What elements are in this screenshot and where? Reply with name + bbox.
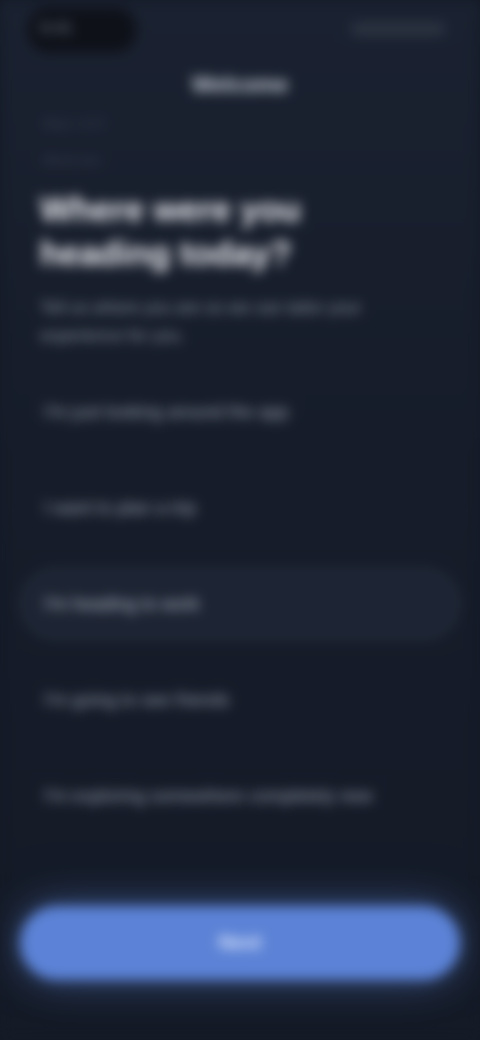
option-label: I'm just looking around the app	[44, 401, 289, 422]
continue-button[interactable]: Next	[20, 906, 460, 980]
option-item[interactable]: I want to plan a trip	[20, 472, 460, 544]
status-bar: 9:41	[0, 0, 480, 60]
option-label: I want to plan a trip	[44, 497, 197, 518]
option-item[interactable]: I'm going to see friends	[20, 664, 460, 736]
question-description: Tell us where you are so we can tailor y…	[40, 298, 362, 345]
options-list: I'm just looking around the app I want t…	[20, 376, 460, 856]
option-item[interactable]: I'm exploring somewhere completely new	[20, 760, 460, 832]
step-label: Step 1 of 3	[42, 116, 105, 131]
option-item[interactable]: I'm just looking around the app	[20, 376, 460, 448]
option-label: I'm heading to work	[44, 593, 200, 614]
status-icons	[350, 22, 446, 36]
option-item-selected[interactable]: I'm heading to work	[20, 568, 460, 640]
step-subtitle: About you	[42, 152, 101, 167]
option-label: I'm exploring somewhere completely new	[44, 785, 373, 806]
onboarding-screen: 9:41 Welcome Step 1 of 3 About you Where…	[0, 0, 480, 1040]
question-heading: Where were you heading today?	[40, 191, 301, 273]
option-label: I'm going to see friends	[44, 689, 230, 710]
page-title: Welcome	[191, 72, 289, 97]
status-time: 9:41	[40, 20, 73, 37]
